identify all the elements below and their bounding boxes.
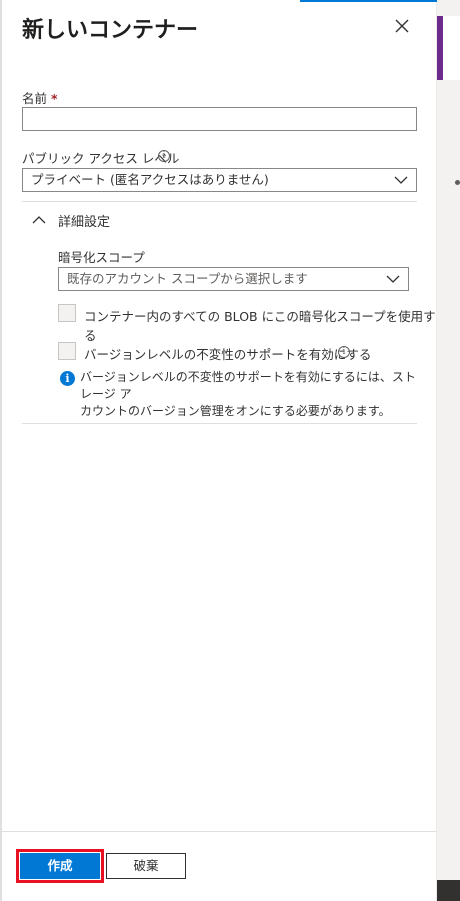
new-container-panel: 新しいコンテナー 名前 * パブリック アクセス レベル i プライベート (匿… <box>2 2 437 901</box>
immutability-checkbox[interactable] <box>58 342 76 360</box>
access-level-select[interactable]: プライベート (匿名アクセスはありません) <box>22 168 417 192</box>
advanced-settings-toggle[interactable]: 詳細設定 <box>32 210 110 230</box>
name-input[interactable] <box>22 107 417 131</box>
footer-divider <box>2 831 437 832</box>
info-icon[interactable]: i <box>338 346 350 358</box>
chevron-down-icon <box>394 176 408 184</box>
background-page <box>437 0 460 901</box>
encryption-scope-placeholder: 既存のアカウント スコープから選択します <box>67 271 308 286</box>
chevron-down-icon <box>386 275 400 283</box>
chevron-up-icon <box>32 216 46 224</box>
divider <box>22 423 417 424</box>
background-dot <box>455 180 460 185</box>
panel-title: 新しいコンテナー <box>22 18 199 43</box>
scope-all-blobs-checkbox[interactable] <box>58 304 76 322</box>
scope-all-blobs-label: コンテナー内のすべての BLOB にこの暗号化スコープを使用する <box>84 309 436 343</box>
encryption-scope-select[interactable]: 既存のアカウント スコープから選択します <box>58 267 409 291</box>
info-icon[interactable]: i <box>158 150 170 162</box>
background-card <box>443 16 460 80</box>
note-line-2: カウントのバージョン管理をオンにする必要があります。 <box>80 404 391 418</box>
close-icon <box>395 19 409 33</box>
close-button[interactable] <box>390 14 414 38</box>
note-line-1: バージョンレベルの不変性のサポートを有効にするには、ストレージ ア <box>80 370 416 401</box>
required-mark: * <box>51 91 58 106</box>
info-icon: i <box>60 371 75 386</box>
advanced-settings-label: 詳細設定 <box>58 214 111 230</box>
immutability-note: バージョンレベルの不変性のサポートを有効にするには、ストレージ ア カウントのバ… <box>80 369 420 420</box>
name-label: 名前 * <box>22 91 58 106</box>
background-bottom <box>437 880 460 901</box>
encryption-scope-label: 暗号化スコープ <box>58 250 145 265</box>
divider <box>22 201 417 202</box>
discard-button[interactable]: 破棄 <box>106 853 186 879</box>
immutability-label: バージョンレベルの不変性のサポートを有効にする <box>84 347 372 362</box>
create-button[interactable]: 作成 <box>16 849 104 883</box>
access-level-label: パブリック アクセス レベル <box>22 151 180 166</box>
access-level-value: プライベート (匿名アクセスはありません) <box>31 172 269 187</box>
